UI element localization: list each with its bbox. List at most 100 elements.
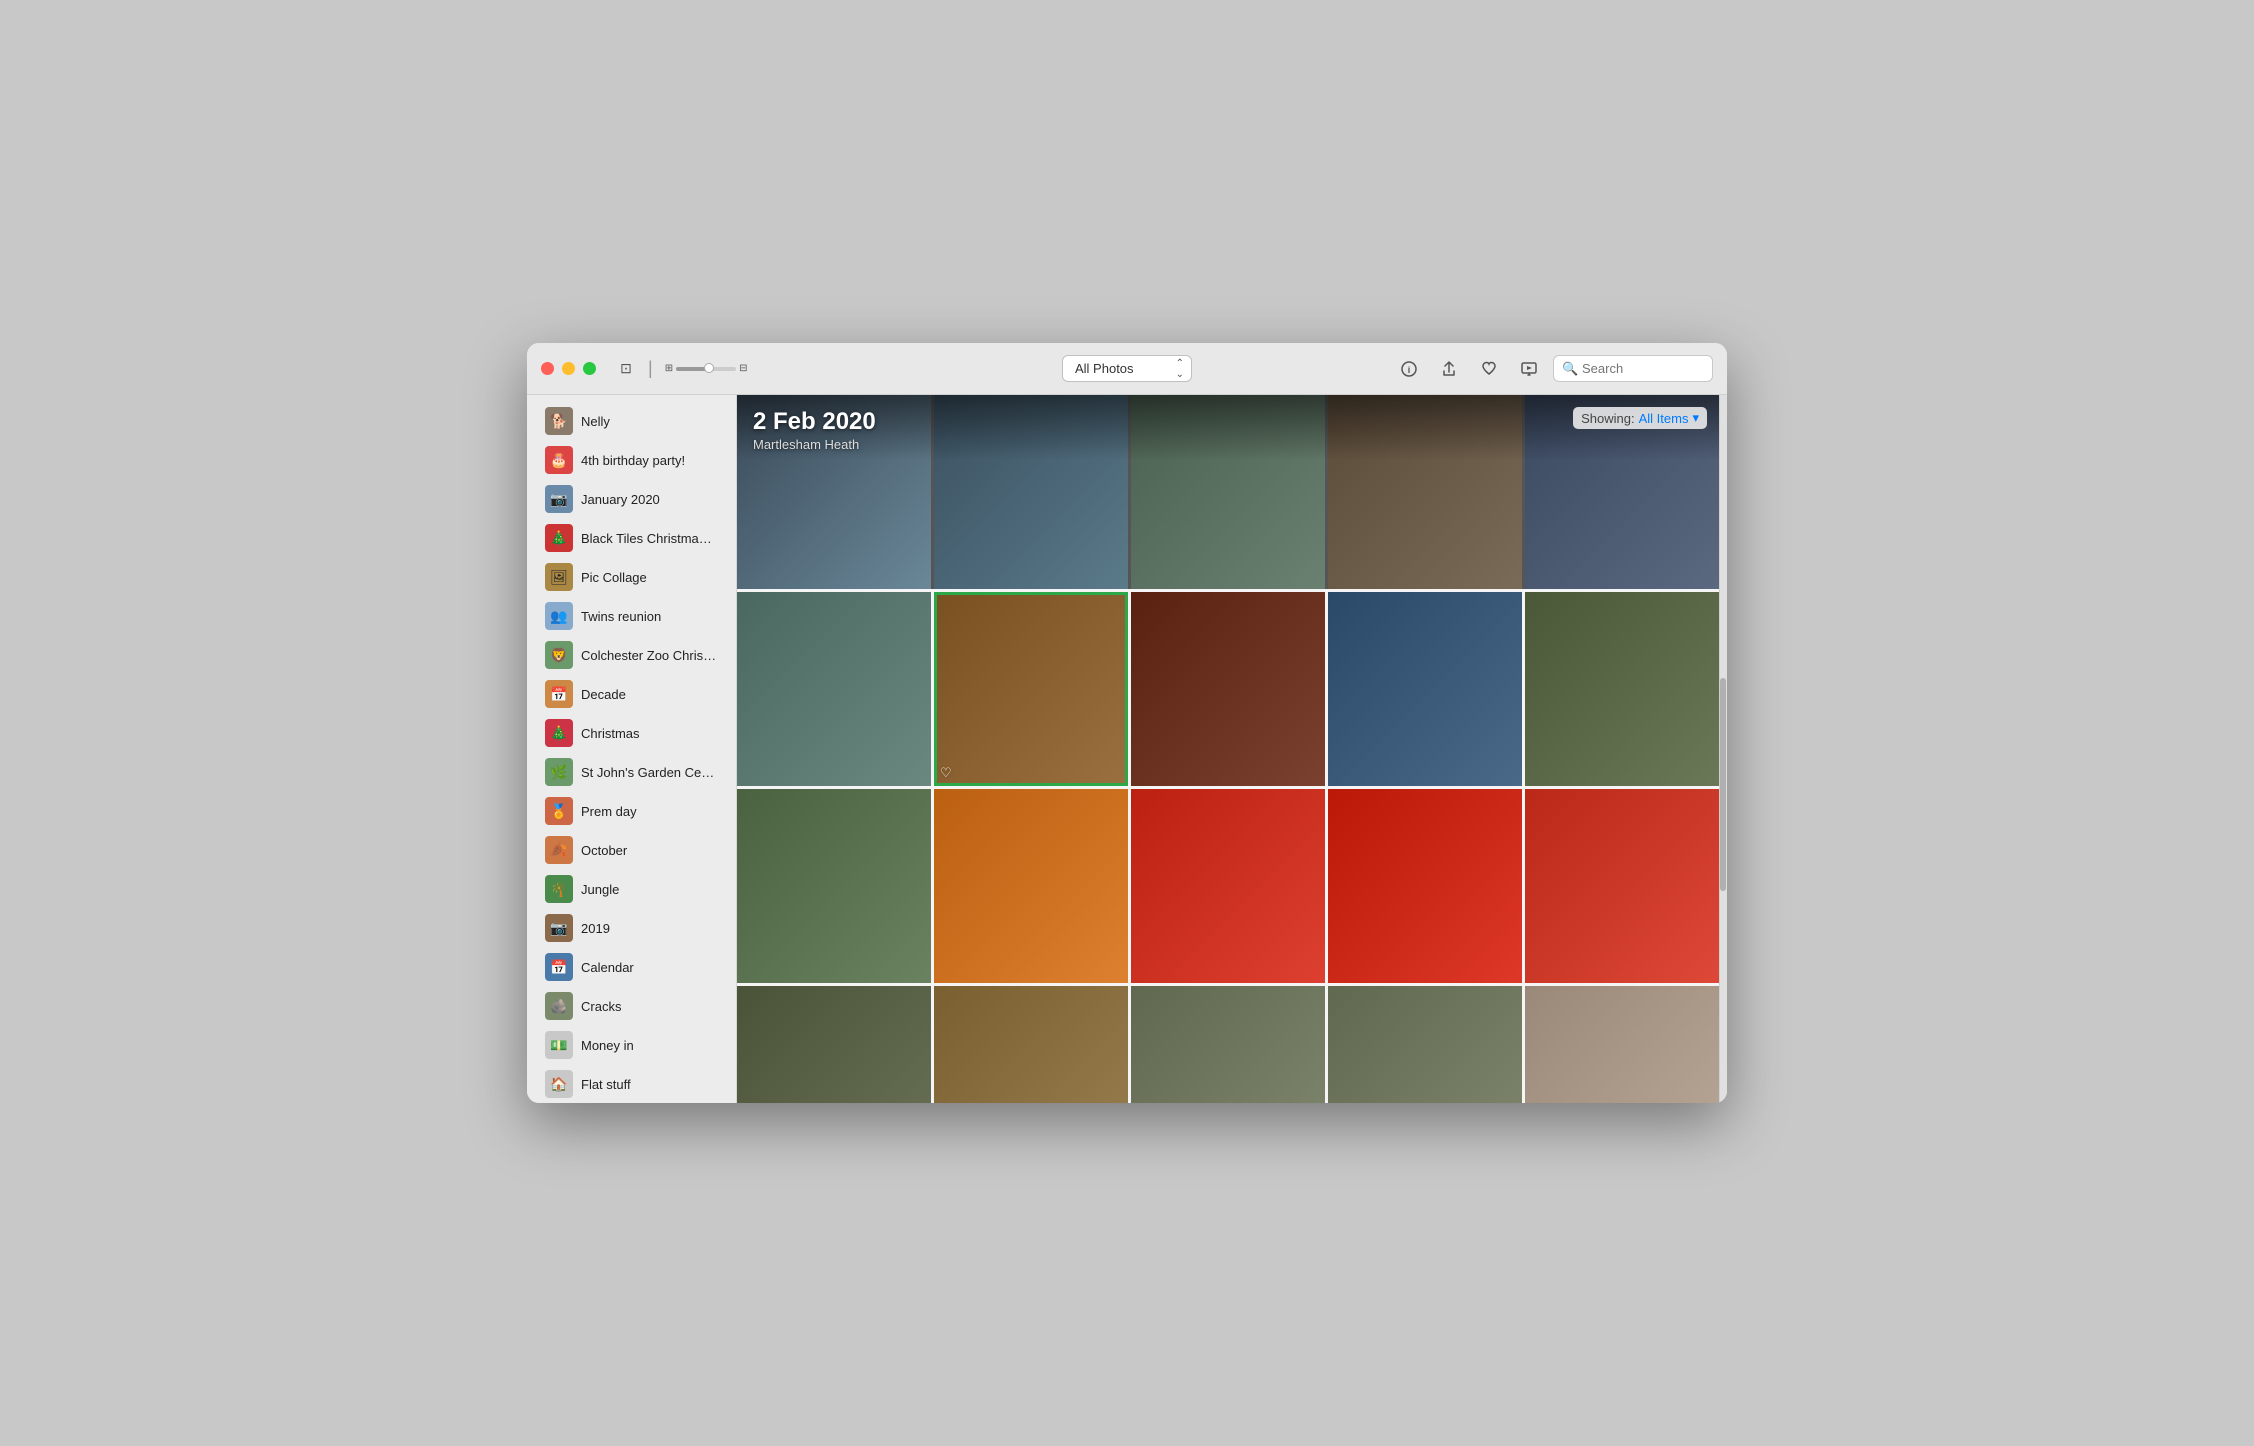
photo-cell[interactable] — [737, 789, 931, 983]
heart-button[interactable] — [1473, 355, 1505, 383]
sidebar-item-october[interactable]: 🍂 October — [533, 831, 730, 869]
sidebar-icon-calendar: 📅 — [545, 953, 573, 981]
photo-cell[interactable]: 1:30 — [1131, 986, 1325, 1103]
sidebar-label-jungle: Jungle — [581, 882, 619, 897]
photo-cell[interactable] — [934, 395, 1128, 589]
photo-cell[interactable] — [1525, 789, 1719, 983]
sidebar-item-flat-stuff[interactable]: 🏠 Flat stuff — [533, 1065, 730, 1103]
main-area: 🐕 Nelly 🎂4th birthday party! 📷 January 2020 🎄… — [527, 395, 1727, 1103]
scrollbar-track[interactable] — [1719, 395, 1727, 1103]
info-icon: i — [1401, 361, 1417, 377]
sidebar-label-black-tiles: Black Tiles Christmas part... — [581, 531, 718, 546]
sidebar-icon-colchester-zoo: 🦁 — [545, 641, 573, 669]
sidebar-icon-decade: 📅 — [545, 680, 573, 708]
sidebar-item-money-in[interactable]: 💵Money in — [533, 1026, 730, 1064]
photo-cell[interactable] — [1131, 592, 1325, 786]
heart-overlay-icon: ♡ — [940, 765, 952, 781]
showing-value[interactable]: All Items — [1639, 411, 1689, 426]
zoom-slider-area[interactable]: ⊞ ⊟ — [659, 355, 754, 383]
sidebar-icon-black-tiles: 🎄 — [545, 524, 573, 552]
photo-cell[interactable] — [737, 395, 931, 589]
sidebar-item-christmas[interactable]: 🎄Christmas — [533, 714, 730, 752]
search-input[interactable] — [1553, 355, 1713, 382]
showing-chevron-icon: ▾ — [1692, 410, 1699, 426]
sidebar: 🐕 Nelly 🎂4th birthday party! 📷 January 2020 🎄… — [527, 395, 737, 1103]
sidebar-label-prem-day: Prem day — [581, 804, 637, 819]
sidebar-item-twins-reunion[interactable]: 👥 Twins reunion — [533, 597, 730, 635]
sidebar-label-st-johns: St John's Garden Centre C... — [581, 765, 718, 780]
photo-cell[interactable] — [1525, 986, 1719, 1103]
photo-cell[interactable] — [934, 789, 1128, 983]
sidebar-icon-october: 🍂 — [545, 836, 573, 864]
sidebar-toggle-button[interactable]: ⊡ — [610, 355, 642, 383]
sidebar-item-prem-day[interactable]: 🏅 Prem day — [533, 792, 730, 830]
sidebar-item-pic-collage[interactable]: 🖼 Pic Collage — [533, 558, 730, 596]
sidebar-label-4th-birthday: 4th birthday party! — [581, 453, 685, 468]
sidebar-label-flat-stuff: Flat stuff — [581, 1077, 631, 1092]
filter-select[interactable]: All Photos Videos Favorites — [1062, 355, 1192, 382]
photo-cell[interactable]: 0:16 — [1328, 986, 1522, 1103]
sidebar-label-nelly: Nelly — [581, 414, 610, 429]
filter-dropdown-wrap[interactable]: All Photos Videos Favorites ⌃⌄ — [1062, 355, 1192, 382]
sidebar-icon-2019: 📷 — [545, 914, 573, 942]
sidebar-label-decade: Decade — [581, 687, 626, 702]
share-icon — [1441, 361, 1457, 377]
sidebar-icon-january-2020: 📷 — [545, 485, 573, 513]
sidebar-label-christmas: Christmas — [581, 726, 640, 741]
titlebar: ⊡ | ⊞ ⊟ All Photos Videos Favorites ⌃⌄ — [527, 343, 1727, 395]
titlebar-right: i 🔍 — [1393, 355, 1713, 383]
sidebar-label-october: October — [581, 843, 627, 858]
svg-text:i: i — [1408, 365, 1411, 375]
sidebar-label-calendar: Calendar — [581, 960, 634, 975]
info-button[interactable]: i — [1393, 355, 1425, 383]
sidebar-label-january-2020: January 2020 — [581, 492, 660, 507]
sidebar-label-pic-collage: Pic Collage — [581, 570, 647, 585]
sidebar-item-2019[interactable]: 📷 2019 — [533, 909, 730, 947]
sidebar-icon-nelly: 🐕 — [545, 407, 573, 435]
search-wrap[interactable]: 🔍 — [1553, 355, 1713, 382]
sidebar-icon-prem-day: 🏅 — [545, 797, 573, 825]
photo-cell[interactable] — [1328, 789, 1522, 983]
sidebar-item-january-2020[interactable]: 📷 January 2020 — [533, 480, 730, 518]
sidebar-icon-flat-stuff: 🏠 — [545, 1070, 573, 1098]
minimize-button[interactable] — [562, 362, 575, 375]
photo-cell[interactable] — [1328, 592, 1522, 786]
sidebar-icon-cracks: 🪨 — [545, 992, 573, 1020]
sidebar-item-calendar[interactable]: 📅 Calendar — [533, 948, 730, 986]
sidebar-label-colchester-zoo: Colchester Zoo Christmas — [581, 648, 718, 663]
photo-cell[interactable] — [737, 986, 931, 1103]
showing-label-area: Showing: All Items ▾ — [1573, 407, 1707, 429]
maximize-button[interactable] — [583, 362, 596, 375]
sidebar-label-twins-reunion: Twins reunion — [581, 609, 661, 624]
close-button[interactable] — [541, 362, 554, 375]
photo-cell[interactable]: ♡ — [934, 592, 1128, 786]
sidebar-label-2019: 2019 — [581, 921, 610, 936]
scrollbar-thumb[interactable] — [1720, 678, 1726, 890]
sidebar-item-colchester-zoo[interactable]: 🦁 Colchester Zoo Christmas — [533, 636, 730, 674]
sidebar-icon-st-johns: 🌿 — [545, 758, 573, 786]
traffic-lights — [541, 362, 596, 375]
photo-cell[interactable] — [1131, 789, 1325, 983]
photo-cell[interactable] — [1328, 395, 1522, 589]
sidebar-item-jungle[interactable]: 🌴 Jungle — [533, 870, 730, 908]
sidebar-icon-twins-reunion: 👥 — [545, 602, 573, 630]
app-window: ⊡ | ⊞ ⊟ All Photos Videos Favorites ⌃⌄ — [527, 343, 1727, 1103]
sidebar-item-st-johns[interactable]: 🌿 St John's Garden Centre C... — [533, 753, 730, 791]
showing-label: Showing: — [1581, 411, 1634, 426]
heart-icon — [1481, 361, 1497, 377]
sidebar-icon-jungle: 🌴 — [545, 875, 573, 903]
sidebar-label-money-in: Money in — [581, 1038, 634, 1053]
sidebar-item-cracks[interactable]: 🪨Cracks — [533, 987, 730, 1025]
slideshow-button[interactable] — [1513, 355, 1545, 383]
sidebar-icon-pic-collage: 🖼 — [545, 563, 573, 591]
sidebar-item-black-tiles[interactable]: 🎄 Black Tiles Christmas part... — [533, 519, 730, 557]
photo-cell[interactable] — [1525, 592, 1719, 786]
share-button[interactable] — [1433, 355, 1465, 383]
photo-cell[interactable] — [934, 986, 1128, 1103]
sidebar-item-nelly[interactable]: 🐕 Nelly — [533, 402, 730, 440]
photo-cell[interactable] — [737, 592, 931, 786]
photo-area[interactable]: 2 Feb 2020 Martlesham Heath Showing: All… — [737, 395, 1719, 1103]
sidebar-item-4th-birthday[interactable]: 🎂4th birthday party! — [533, 441, 730, 479]
photo-cell[interactable] — [1131, 395, 1325, 589]
sidebar-item-decade[interactable]: 📅 Decade — [533, 675, 730, 713]
